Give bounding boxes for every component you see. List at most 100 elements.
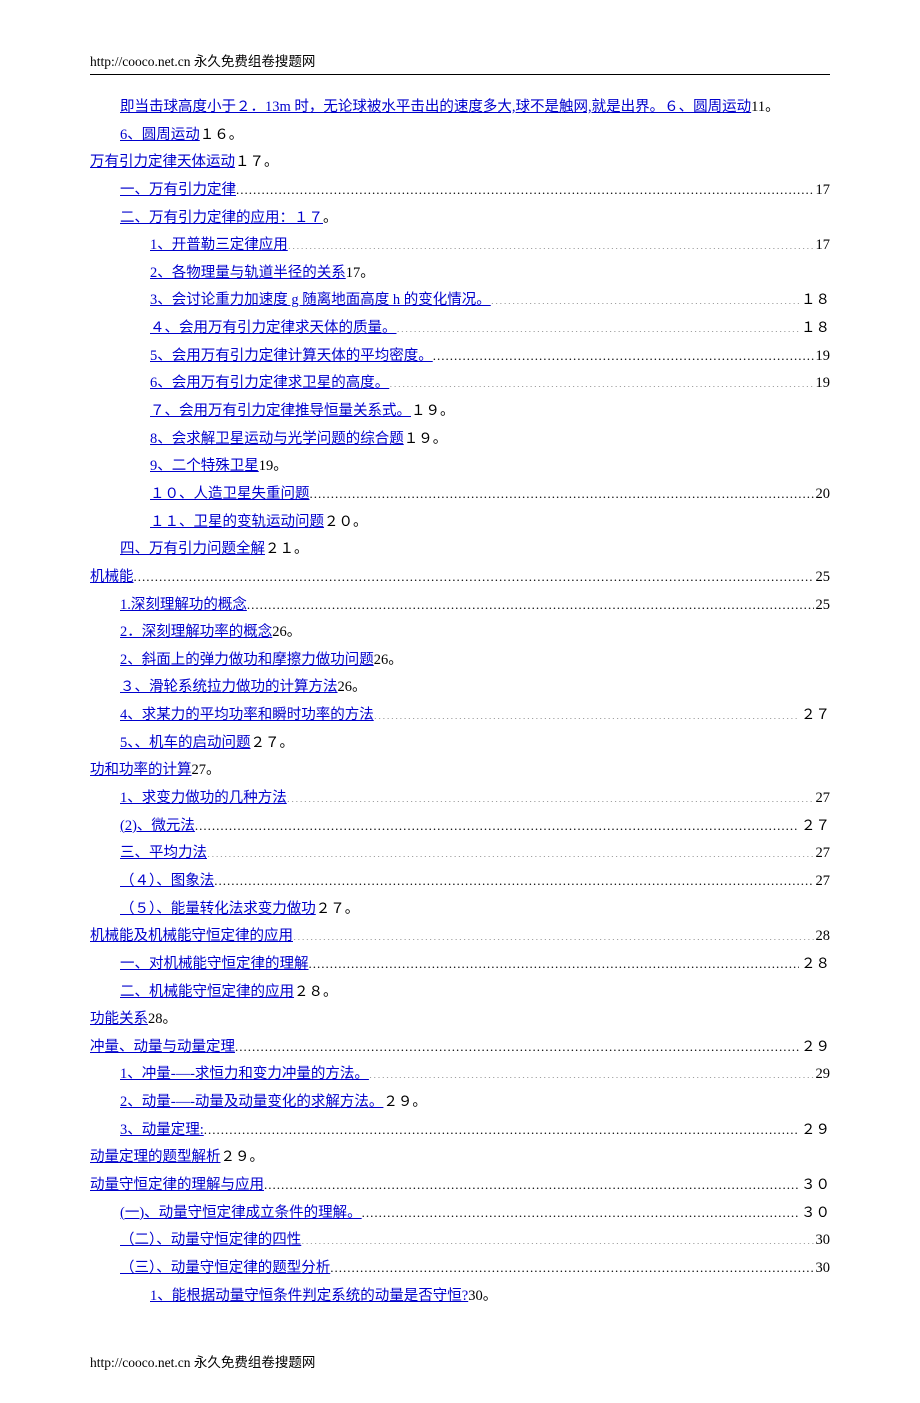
toc-link[interactable]: （二）、动量守恒定律的四性 — [120, 1228, 301, 1253]
toc-link[interactable]: 二、机械能守恒定律的应用 — [120, 980, 294, 1005]
toc-page-number: ２７ — [799, 814, 830, 839]
toc-page-number: １８ — [799, 316, 830, 341]
toc-link[interactable]: 三、平均力法 — [120, 841, 207, 866]
toc-leader-dots — [310, 483, 814, 498]
toc-trailing-text: ２８。 — [294, 980, 338, 1005]
toc-line: 1.深刻理解功的概念25 — [90, 593, 830, 618]
toc-line: 2、各物理量与轨道半径的关系17。 — [90, 261, 830, 286]
toc-link[interactable]: ３、滑轮系统拉力做功的计算方法 — [120, 675, 338, 700]
toc-line: 4、求某力的平均功率和瞬时功率的方法２７ — [90, 703, 830, 728]
toc-link[interactable]: 1.深刻理解功的概念 — [120, 593, 247, 618]
toc-page-number: 19 — [814, 344, 831, 369]
toc-page-number: ３０ — [799, 1201, 830, 1226]
toc-link[interactable]: 2、各物理量与轨道半径的关系 — [150, 261, 346, 286]
toc-link[interactable]: 6、圆周运动 — [120, 123, 200, 148]
toc-line: 1、开普勒三定律应用17 — [90, 233, 830, 258]
toc-link[interactable]: 功和功率的计算 — [90, 758, 192, 783]
toc-link[interactable]: (一)、动量守恒定律成立条件的理解。 — [120, 1201, 362, 1226]
toc-link[interactable]: 一、对机械能守恒定律的理解 — [120, 952, 309, 977]
toc-line: （二）、动量守恒定律的四性30 — [90, 1228, 830, 1253]
toc-line: 5、、机车的启动问题２７。 — [90, 731, 830, 756]
toc-line: (一)、动量守恒定律成立条件的理解。 ３０ — [90, 1201, 830, 1226]
toc-link[interactable]: 2、动量-―-动量及动量变化的求解方法。 — [120, 1090, 383, 1115]
toc-trailing-text: １９。 — [404, 427, 448, 452]
toc-trailing-text: 27。 — [192, 758, 221, 783]
toc-link[interactable]: 5、、机车的启动问题 — [120, 731, 251, 756]
toc-link[interactable]: 二、万有引力定律的应用：１７ — [120, 206, 323, 231]
toc-link[interactable]: 3、动量定理: — [120, 1118, 204, 1143]
toc-page-number: 27 — [814, 786, 831, 811]
toc-line: ３、滑轮系统拉力做功的计算方法26。 — [90, 675, 830, 700]
toc-leader-dots — [264, 1174, 799, 1189]
toc-link[interactable]: （４）、图象法 — [120, 869, 214, 894]
toc-link[interactable]: 1、能根据动量守恒条件判定系统的动量是否守恒? — [150, 1284, 468, 1309]
toc-line: （５）、能量转化法求变力做功２７。 — [90, 897, 830, 922]
toc-trailing-text: 26。 — [374, 648, 403, 673]
toc-link[interactable]: ７、会用万有引力定律推导恒量关系式。 — [150, 399, 411, 424]
toc-line: 二、万有引力定律的应用：１７。 — [90, 206, 830, 231]
toc-line: 功和功率的计算27。 — [90, 758, 830, 783]
toc-line: 2、动量-―-动量及动量变化的求解方法。２９。 — [90, 1090, 830, 1115]
toc-trailing-text: 30。 — [468, 1284, 497, 1309]
toc-link[interactable]: ４、会用万有引力定律求天体的质量。 — [150, 316, 397, 341]
toc-page-number: 17 — [814, 178, 831, 203]
toc-line: (2)、微元法 ２７ — [90, 814, 830, 839]
toc-link[interactable]: 9、二个特殊卫星 — [150, 454, 259, 479]
toc-link[interactable]: （三）、动量守恒定律的题型分析 — [120, 1256, 330, 1281]
toc-line: 三、平均力法27 — [90, 841, 830, 866]
toc-trailing-text: ２７。 — [316, 897, 360, 922]
toc-line: 6、圆周运动１６。 — [90, 123, 830, 148]
toc-trailing-text: 26。 — [272, 620, 301, 645]
toc-page-number: 25 — [814, 565, 831, 590]
toc-line: 动量定理的题型解析２９。 — [90, 1145, 830, 1170]
toc-trailing-text: ２１。 — [265, 537, 309, 562]
toc-link[interactable]: 2、斜面上的弹力做功和摩擦力做功问题 — [120, 648, 374, 673]
toc-link[interactable]: （５）、能量转化法求变力做功 — [120, 897, 316, 922]
toc-page-number: ２９ — [799, 1035, 830, 1060]
toc-trailing-text: ２９。 — [221, 1145, 265, 1170]
toc-trailing-text: ２０。 — [324, 510, 368, 535]
toc-page-number: ２８ — [799, 952, 830, 977]
toc-trailing-text: 28。 — [148, 1007, 177, 1032]
toc-line: 3、会讨论重力加速度 g 随离地面高度 h 的变化情况。 １８ — [90, 288, 830, 313]
toc-link[interactable]: １０、人造卫星失重问题 — [150, 482, 310, 507]
toc-link[interactable]: １１、卫星的变轨运动问题 — [150, 510, 324, 535]
toc-line: 功能关系28。 — [90, 1007, 830, 1032]
toc-leader-dots — [247, 594, 814, 609]
toc-link[interactable]: 1、求变力做功的几种方法 — [120, 786, 287, 811]
toc-link[interactable]: 3、会讨论重力加速度 g 随离地面高度 h 的变化情况。 — [150, 288, 491, 313]
toc-page-number: １８ — [799, 288, 830, 313]
toc-line: 四、万有引力问题全解２１。 — [90, 537, 830, 562]
toc-link[interactable]: 1、开普勒三定律应用 — [150, 233, 288, 258]
toc-leader-dots — [309, 953, 800, 968]
toc-page-number: ２９ — [799, 1118, 830, 1143]
toc-line: １１、卫星的变轨运动问题２０。 — [90, 510, 830, 535]
toc-link[interactable]: 8、会求解卫星运动与光学问题的综合题 — [150, 427, 404, 452]
toc-trailing-text: １６。 — [200, 123, 244, 148]
toc-line: 万有引力定律天体运动１７。 — [90, 150, 830, 175]
toc-line: 机械能 25 — [90, 565, 830, 590]
toc-link[interactable]: 4、求某力的平均功率和瞬时功率的方法 — [120, 703, 374, 728]
toc-link[interactable]: 功能关系 — [90, 1007, 148, 1032]
toc-leader-dots — [389, 373, 813, 388]
toc-link[interactable]: 冲量、动量与动量定理 — [90, 1035, 235, 1060]
toc-trailing-text: 26。 — [338, 675, 367, 700]
toc-link[interactable]: 6、会用万有引力定律求卫星的高度。 — [150, 371, 389, 396]
toc-link[interactable]: 四、万有引力问题全解 — [120, 537, 265, 562]
toc-line: １０、人造卫星失重问题20 — [90, 482, 830, 507]
toc-leader-dots — [214, 870, 813, 885]
toc-link[interactable]: 5、会用万有引力定律计算天体的平均密度。 — [150, 344, 433, 369]
toc-link[interactable]: 一、万有引力定律 — [120, 178, 236, 203]
toc-link[interactable]: 万有引力定律天体运动 — [90, 150, 235, 175]
toc-link[interactable]: 1、冲量-―-求恒力和变力冲量的方法。 — [120, 1062, 369, 1087]
toc-link[interactable]: 动量定理的题型解析 — [90, 1145, 221, 1170]
toc-link[interactable]: 机械能及机械能守恒定律的应用 — [90, 924, 293, 949]
toc-link[interactable]: (2)、微元法 — [120, 814, 195, 839]
toc-link[interactable]: 机械能 — [90, 565, 134, 590]
toc-link[interactable]: 动量守恒定律的理解与应用 — [90, 1173, 264, 1198]
toc-line: 一、万有引力定律 17 — [90, 178, 830, 203]
toc-page-number: 29 — [814, 1062, 831, 1087]
toc-leader-dots — [288, 235, 814, 250]
toc-link[interactable]: 即当击球高度小于２．13m 时，无论球被水平击出的速度多大,球不是触网,就是出界… — [120, 95, 751, 120]
toc-link[interactable]: 2．深刻理解功率的概念 — [120, 620, 272, 645]
